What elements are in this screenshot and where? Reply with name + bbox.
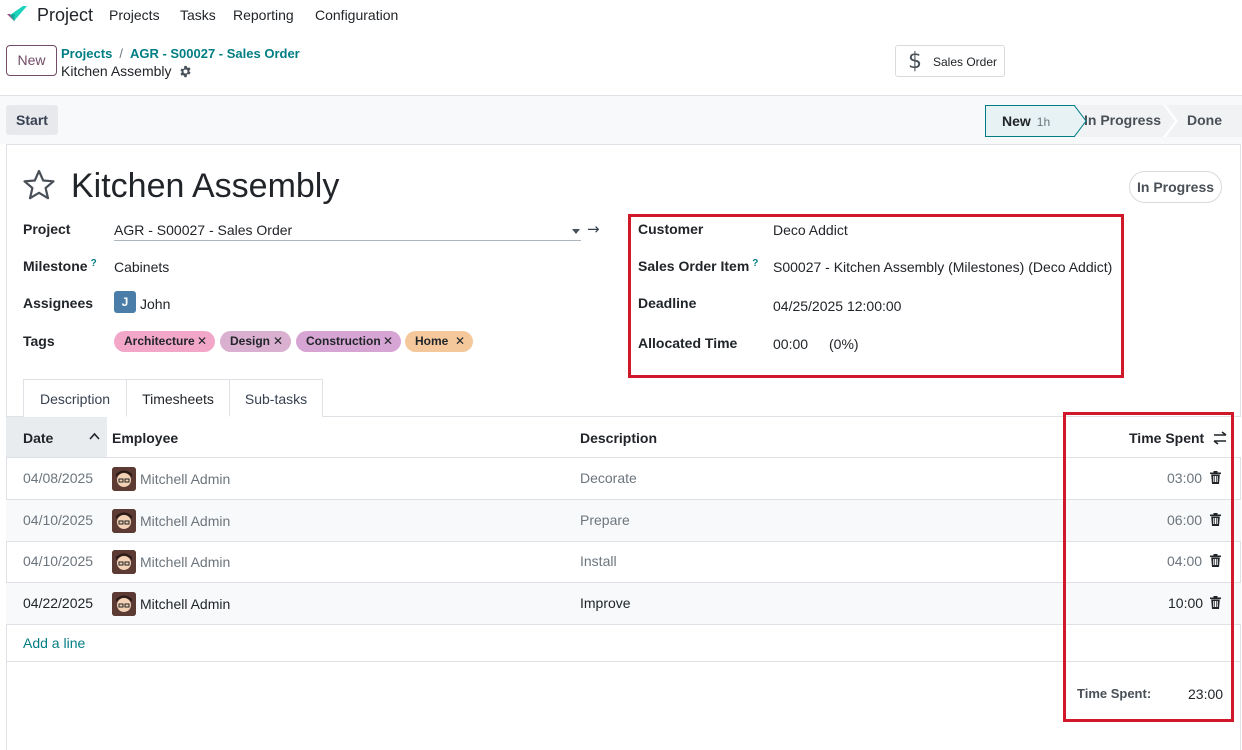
chevron-up-icon[interactable] (89, 432, 100, 440)
breadcrumb-sales-order[interactable]: AGR - S00027 - Sales Order (130, 46, 300, 61)
row-employee[interactable]: Mitchell Admin (140, 554, 230, 570)
table-footer-divider (6, 661, 1241, 662)
status-bar: Start In Progress Done New 1h (0, 96, 1242, 144)
avatar (112, 509, 136, 533)
milestone-label: Milestone? (23, 258, 97, 274)
row-description[interactable]: Decorate (580, 470, 637, 486)
tag-design: Design ✕ (220, 331, 291, 352)
sales-order-button[interactable]: $ Sales Order (895, 45, 1005, 77)
stage-new[interactable]: New 1h (985, 105, 1075, 137)
row-employee[interactable]: Mitchell Admin (140, 596, 230, 612)
status-pill[interactable]: In Progress (1129, 171, 1222, 203)
tag-construction: Construction ✕ (296, 331, 401, 352)
dollar-icon: $ (908, 49, 922, 74)
stage-duration: 1h (1036, 115, 1051, 129)
gear-icon[interactable] (179, 65, 192, 78)
column-employee[interactable]: Employee (112, 430, 178, 446)
tag-label: Architecture (124, 334, 195, 348)
close-icon[interactable]: ✕ (273, 331, 283, 352)
close-icon[interactable]: ✕ (455, 331, 465, 352)
breadcrumb-separator: / (119, 46, 123, 61)
close-icon[interactable]: ✕ (197, 331, 207, 352)
tag-home: Home ✕ (405, 331, 473, 352)
nav-reporting[interactable]: Reporting (233, 7, 294, 23)
timesheet-header: Date Employee Description Time Spent (6, 417, 1241, 458)
assignees-label: Assignees (23, 295, 94, 311)
row-description[interactable]: Improve (580, 595, 631, 611)
table-row[interactable]: 04/22/2025 Mitchell Admin Improve 10:00 (6, 583, 1241, 625)
project-value[interactable]: AGR - S00027 - Sales Order (114, 222, 292, 238)
row-description[interactable]: Install (580, 553, 617, 569)
tab-description[interactable]: Description (23, 379, 127, 417)
top-navbar: Project Projects Tasks Reporting Configu… (0, 0, 1242, 30)
breadcrumb-current: Kitchen Assembly (61, 63, 192, 79)
sales-order-label: Sales Order (933, 55, 998, 69)
avatar: J (114, 291, 136, 313)
nav-projects[interactable]: Projects (109, 7, 160, 23)
tab-sub-tasks[interactable]: Sub-tasks (229, 379, 323, 417)
tag-label: Design (230, 334, 271, 348)
star-icon[interactable] (22, 169, 56, 201)
row-employee[interactable]: Mitchell Admin (140, 471, 230, 487)
close-icon[interactable]: ✕ (383, 331, 393, 352)
start-button[interactable]: Start (6, 105, 58, 135)
avatar (112, 550, 136, 574)
help-icon[interactable]: ? (91, 258, 97, 269)
task-title[interactable]: Kitchen Assembly (71, 167, 339, 206)
highlight-box-customer (628, 214, 1124, 378)
avatar (112, 467, 136, 491)
row-date[interactable]: 04/22/2025 (23, 595, 93, 611)
project-app-icon[interactable] (6, 4, 28, 24)
tags-label: Tags (23, 333, 55, 349)
row-date[interactable]: 04/10/2025 (23, 512, 93, 528)
tag-label: Home (415, 334, 449, 348)
tag-label: Construction (306, 334, 381, 348)
milestone-value[interactable]: Cabinets (114, 259, 169, 275)
row-date[interactable]: 04/08/2025 (23, 470, 93, 486)
control-panel: New Projects / AGR - S00027 - Sales Order … (0, 30, 1242, 96)
breadcrumb: Projects / AGR - S00027 - Sales Order (61, 46, 300, 61)
column-date[interactable]: Date (23, 430, 53, 446)
row-date[interactable]: 04/10/2025 (23, 553, 93, 569)
row-employee[interactable]: Mitchell Admin (140, 513, 230, 529)
table-row[interactable]: 04/08/2025 Mitchell Admin Decorate 03:00 (6, 458, 1241, 500)
app-name[interactable]: Project (37, 5, 93, 26)
nav-tasks[interactable]: Tasks (180, 7, 216, 23)
avatar (112, 592, 136, 616)
milestone-label-text: Milestone (23, 258, 88, 274)
table-row[interactable]: 04/10/2025 Mitchell Admin Install 04:00 (6, 541, 1241, 583)
new-button[interactable]: New (6, 45, 57, 76)
assignee-name[interactable]: John (140, 296, 170, 312)
chevron-down-icon[interactable] (572, 229, 580, 234)
table-row[interactable]: 04/10/2025 Mitchell Admin Prepare 06:00 (6, 500, 1241, 542)
nav-configuration[interactable]: Configuration (315, 7, 398, 23)
project-label: Project (23, 221, 71, 237)
tag-architecture: Architecture ✕ (114, 331, 215, 352)
row-description[interactable]: Prepare (580, 512, 630, 528)
current-record-name: Kitchen Assembly (61, 63, 172, 79)
highlight-box-time-spent (1063, 412, 1234, 722)
breadcrumb-projects[interactable]: Projects (61, 46, 112, 61)
arrow-right-icon[interactable]: → (587, 220, 600, 238)
column-description[interactable]: Description (580, 430, 657, 446)
stage-new-arrow (1074, 105, 1087, 137)
add-a-line-link[interactable]: Add a line (23, 635, 85, 651)
tab-timesheets[interactable]: Timesheets (126, 379, 230, 417)
stage-label: New (1002, 113, 1031, 129)
